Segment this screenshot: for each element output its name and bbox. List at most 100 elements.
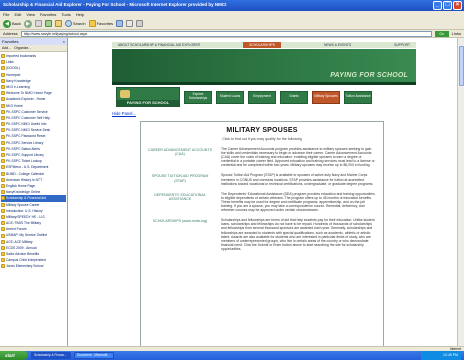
links-label[interactable]: Links bbox=[452, 31, 461, 36]
back-button[interactable]: ◀ Back bbox=[3, 19, 21, 28]
address-input[interactable]: http://www.navyfe.mil/paying/school.aspx bbox=[20, 30, 432, 37]
window-titlebar[interactable]: Scholarship & Financial Aid Explorer - P… bbox=[0, 0, 464, 11]
section-tab[interactable]: Student Loans bbox=[216, 90, 244, 104]
windows-taskbar: start Scholarship & Financ... Document - … bbox=[0, 351, 464, 360]
taskbar-window-button[interactable]: Document - Microsoft... bbox=[74, 352, 114, 359]
favorite-page-icon bbox=[1, 165, 5, 170]
site-nav-link[interactable]: SCHOLARSHIPS bbox=[243, 42, 281, 48]
section-tab[interactable]: Grants bbox=[280, 90, 308, 104]
favorite-page-icon bbox=[1, 146, 5, 151]
add-favorite-button[interactable]: Add... bbox=[2, 46, 11, 50]
address-bar: Address http://www.navyfe.mil/paying/sch… bbox=[0, 30, 464, 38]
window-title: Scholarship & Financial Aid Explorer - P… bbox=[3, 2, 227, 7]
favorite-page-icon bbox=[1, 54, 5, 59]
search-button[interactable]: Search bbox=[64, 20, 86, 27]
favorite-page-icon bbox=[1, 239, 5, 244]
site-nav-link[interactable]: ABOUT SCHOLARSHIP & FINANCIAL AID EXPLOR… bbox=[118, 42, 200, 48]
favorite-item[interactable]: Jones Elementary School bbox=[1, 263, 66, 269]
program-name-link[interactable]: SPOUSE TUITION AID PROGRAM (STAP) bbox=[147, 173, 213, 185]
section-tab[interactable]: Employment bbox=[248, 90, 276, 104]
favorite-page-icon bbox=[1, 122, 5, 127]
favorite-page-icon bbox=[1, 252, 5, 257]
forward-arrow-icon[interactable]: ▶ bbox=[23, 19, 32, 28]
section-tabs: PAYING FOR SCHOOL Explore Scholarships St… bbox=[112, 85, 416, 109]
favorite-page-icon bbox=[1, 115, 5, 120]
page-viewport: ABOUT SCHOLARSHIP & FINANCIAL AID EXPLOR… bbox=[68, 38, 457, 346]
maximize-button[interactable]: □ bbox=[443, 1, 452, 10]
organize-favorites-button[interactable]: Organize... bbox=[14, 46, 31, 50]
graduation-cap-icon bbox=[120, 90, 130, 98]
favorite-page-icon bbox=[1, 60, 5, 65]
taskbar-window-button[interactable]: Scholarship & Financ... bbox=[31, 352, 71, 359]
program-name-link[interactable]: SCHOLARSHIPS (www.nmfa.org) bbox=[147, 218, 213, 251]
favorite-page-icon bbox=[1, 97, 5, 102]
favorite-page-icon bbox=[1, 103, 5, 108]
menu-help[interactable]: Help bbox=[76, 12, 84, 17]
browser-toolbar: ◀ Back ▶ Search Favorites bbox=[0, 18, 464, 30]
program-description: Scholarships and fellowships are forms o… bbox=[221, 218, 375, 251]
minimize-button[interactable]: _ bbox=[433, 1, 442, 10]
refresh-icon[interactable] bbox=[44, 20, 52, 27]
program-name-link[interactable]: CAREER ADVANCEMENT ACCOUNTS (CAA) bbox=[147, 147, 213, 167]
site-nav-link[interactable]: SUPPORT bbox=[394, 42, 410, 48]
search-label: Search bbox=[72, 21, 86, 26]
search-icon bbox=[64, 20, 72, 27]
site-nav-link[interactable]: NEWS & EVENTS bbox=[324, 42, 351, 48]
program-row: SCHOLARSHIPS (www.nmfa.org) Scholarships … bbox=[147, 218, 377, 251]
favorite-page-icon bbox=[1, 221, 5, 226]
menu-edit[interactable]: Edit bbox=[14, 12, 21, 17]
favorite-label: Jones Elementary School bbox=[6, 264, 44, 269]
content-panel: MILITARY SPOUSES Click to find out if yo… bbox=[140, 121, 384, 346]
go-button[interactable]: Go bbox=[434, 30, 449, 37]
home-icon[interactable] bbox=[54, 20, 62, 27]
hide-panel-link[interactable]: Hide Panel... bbox=[112, 111, 136, 116]
section-tab[interactable]: Explore Scholarships bbox=[184, 90, 212, 104]
close-button[interactable]: × bbox=[453, 1, 462, 10]
menu-view[interactable]: View bbox=[26, 12, 35, 17]
site-logo[interactable]: PAYING FOR SCHOOL bbox=[116, 87, 180, 107]
favorite-page-icon bbox=[1, 171, 5, 176]
favorite-page-icon bbox=[1, 196, 5, 201]
start-button[interactable]: start bbox=[0, 351, 28, 360]
favorite-page-icon bbox=[1, 91, 5, 96]
favorite-page-icon bbox=[1, 264, 5, 269]
favorite-page-icon bbox=[1, 109, 5, 114]
favorite-page-icon bbox=[1, 159, 5, 164]
program-row: SPOUSE TUITION AID PROGRAM (STAP) Spouse … bbox=[147, 173, 377, 185]
program-name-link[interactable]: DEPENDENTS' EDUCATIONAL ASSISTANCE bbox=[147, 192, 213, 212]
favorites-list: Imported bookmarks Links (DOODL) Homeport Na… bbox=[0, 52, 67, 271]
program-description: The Career Advancement Accounts program … bbox=[221, 147, 375, 168]
menu-file[interactable]: File bbox=[3, 12, 9, 17]
favorites-label: Favorites bbox=[96, 21, 114, 26]
favorite-page-icon bbox=[1, 153, 5, 158]
star-icon bbox=[88, 20, 96, 27]
history-icon[interactable] bbox=[116, 20, 124, 27]
favorite-page-icon bbox=[1, 208, 5, 213]
back-arrow-icon: ◀ bbox=[3, 19, 11, 28]
section-tab[interactable]: Tuition Assistance bbox=[344, 90, 372, 104]
menu-favorites[interactable]: Favorites bbox=[40, 12, 56, 17]
system-tray-clock[interactable]: 12:45 PM bbox=[421, 351, 461, 360]
vertical-scrollbar[interactable] bbox=[457, 38, 464, 346]
site-top-nav: ABOUT SCHOLARSHIP & FINANCIAL AID EXPLOR… bbox=[112, 42, 416, 48]
mail-icon[interactable] bbox=[126, 20, 134, 27]
favorite-page-icon bbox=[1, 177, 5, 182]
favorite-page-icon bbox=[1, 85, 5, 90]
logo-text: PAYING FOR SCHOOL bbox=[117, 100, 179, 106]
sidebar-tools: Add... Organize... bbox=[0, 45, 67, 52]
scrollbar-thumb[interactable] bbox=[459, 46, 464, 86]
favorites-button[interactable]: Favorites bbox=[88, 20, 114, 27]
print-icon[interactable] bbox=[136, 20, 144, 27]
section-tab[interactable]: Military Spouses bbox=[312, 90, 340, 104]
menu-tools[interactable]: Tools bbox=[61, 12, 70, 17]
sidebar-close-icon[interactable]: × bbox=[63, 39, 65, 44]
program-description: The Dependents' Educational Assistance (… bbox=[221, 191, 375, 213]
sidebar-title: Favorites bbox=[2, 39, 19, 44]
stop-icon[interactable] bbox=[34, 20, 42, 27]
address-label: Address bbox=[3, 31, 18, 36]
favorite-page-icon bbox=[1, 233, 5, 238]
program-list: CAREER ADVANCEMENT ACCOUNTS (CAA) The Car… bbox=[147, 147, 377, 251]
favorite-page-icon bbox=[1, 227, 5, 232]
favorite-page-icon bbox=[1, 72, 5, 77]
content-heading: MILITARY SPOUSES bbox=[226, 127, 298, 134]
